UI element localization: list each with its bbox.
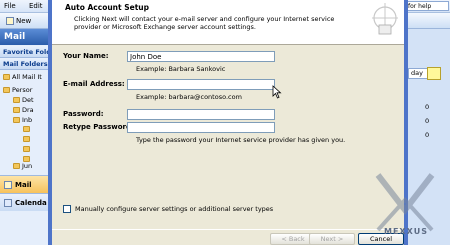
manual-config-option[interactable]: Manually configure server settings or ad… — [63, 205, 273, 213]
tree-item-label: Inb — [22, 116, 33, 124]
tree-item-label: Persor — [12, 86, 33, 94]
tree-item-deleted[interactable]: Det — [13, 96, 34, 104]
favorite-folders-header[interactable]: Favorite Fold — [0, 46, 55, 58]
tree-item-personal[interactable]: Persor — [3, 86, 32, 94]
tree-item-label: Jun — [22, 162, 33, 170]
nav-calendar-label: Calenda — [15, 198, 47, 207]
menu-edit[interactable]: Edit — [29, 2, 43, 10]
folder-icon — [23, 146, 30, 152]
tree-item-label: Det — [22, 96, 34, 104]
folder-icon — [13, 97, 20, 103]
mail-server-icon — [372, 3, 398, 35]
dialog-description: Clicking Next will contact your e-mail s… — [74, 15, 335, 31]
email-input[interactable] — [127, 79, 275, 90]
new-mail-icon — [6, 17, 14, 25]
right-pane-button[interactable] — [427, 67, 441, 80]
name-label: Your Name: — [63, 52, 109, 60]
password-input[interactable] — [127, 109, 275, 120]
email-label: E-mail Address: — [63, 80, 125, 88]
email-example: Example: barbara@contoso.com — [136, 93, 242, 101]
tree-item-inbox[interactable]: Inb — [13, 116, 32, 124]
tree-item-drafts[interactable]: Dra — [13, 106, 34, 114]
watermark-text: MEXXUS — [384, 227, 429, 236]
mail-icon — [4, 180, 12, 189]
calendar-icon — [4, 198, 12, 207]
menu-file[interactable]: File — [4, 2, 16, 10]
mouse-cursor-icon — [272, 85, 282, 99]
retype-password-input[interactable] — [127, 122, 275, 133]
tree-subfolder[interactable] — [23, 126, 30, 132]
name-input[interactable] — [127, 51, 275, 62]
nav-mail-button[interactable]: Mail — [0, 175, 55, 193]
nav-calendar-button[interactable]: Calenda — [0, 193, 55, 211]
tree-subfolder[interactable] — [23, 136, 30, 142]
folder-icon — [13, 163, 20, 169]
item-count: 0 — [425, 117, 430, 125]
all-mail-items[interactable]: All Mail It — [3, 73, 42, 81]
dialog-separator — [52, 229, 404, 230]
item-count: 0 — [425, 131, 430, 139]
dialog-title: Auto Account Setup — [65, 3, 149, 12]
item-count: 0 — [425, 103, 430, 111]
help-search-box[interactable]: for help — [405, 1, 449, 11]
next-button[interactable]: Next > — [309, 233, 355, 245]
name-example: Example: Barbara Sankovic — [136, 65, 226, 73]
folder-icon — [23, 126, 30, 132]
new-button-label: New — [16, 17, 32, 25]
dialog-header: Auto Account Setup Clicking Next will co… — [52, 0, 404, 45]
password-hint: Type the password your Internet service … — [136, 136, 346, 144]
tree-subfolder[interactable] — [23, 146, 30, 152]
tree-item-junk[interactable]: Jun — [13, 162, 32, 170]
add-account-dialog: Auto Account Setup Clicking Next will co… — [48, 0, 408, 245]
manual-config-label: Manually configure server settings or ad… — [75, 205, 274, 213]
nav-mail-label: Mail — [15, 180, 32, 189]
folder-icon — [13, 107, 20, 113]
retype-password-label: Retype Password: — [63, 123, 134, 131]
all-mail-label: All Mail It — [12, 73, 42, 81]
nav-title: Mail — [0, 29, 55, 45]
password-label: Password: — [63, 110, 104, 118]
tree-item-label: Dra — [22, 106, 34, 114]
folder-icon — [3, 87, 10, 93]
navigation-pane: Mail Favorite Fold Mail Folders All Mail… — [0, 29, 55, 245]
folder-icon — [3, 74, 10, 80]
manual-config-checkbox[interactable] — [63, 205, 71, 213]
new-button[interactable]: New — [3, 15, 34, 27]
mail-folders-header[interactable]: Mail Folders — [0, 58, 55, 70]
folder-icon — [13, 117, 20, 123]
folder-icon — [23, 136, 30, 142]
